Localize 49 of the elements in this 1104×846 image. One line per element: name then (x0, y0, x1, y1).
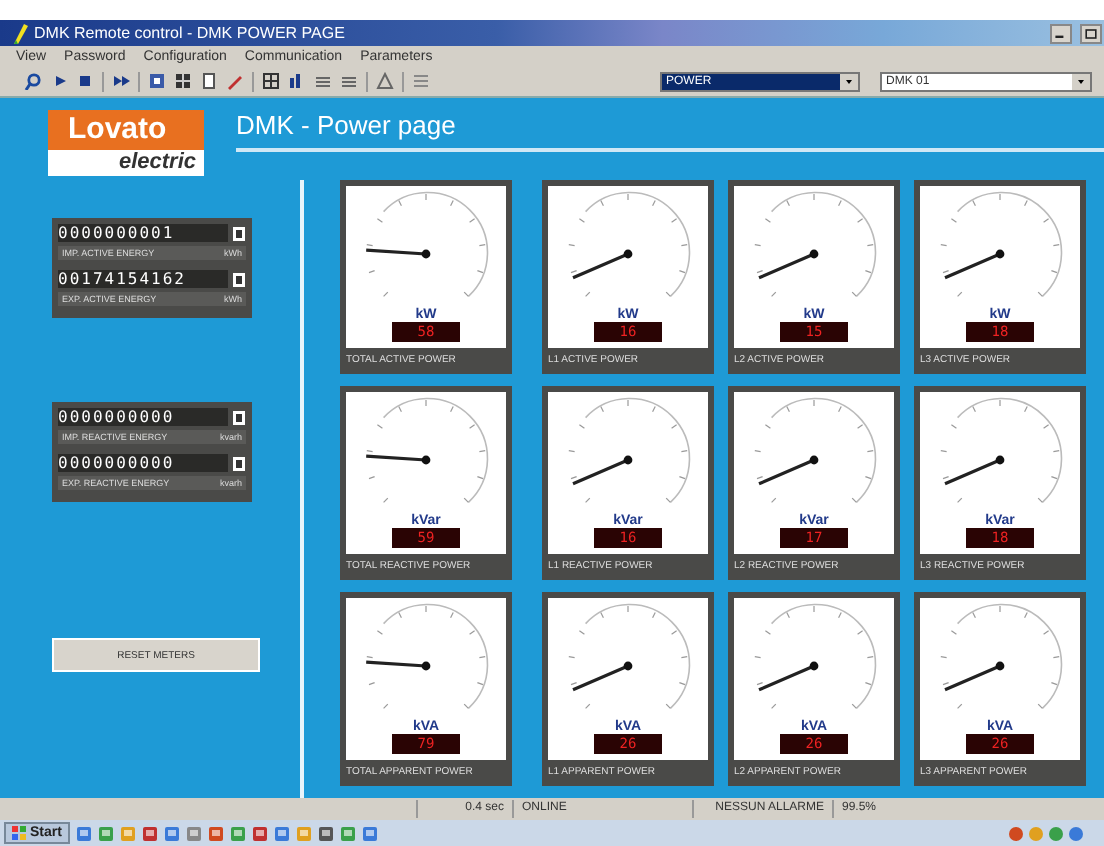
bars-icon[interactable] (314, 72, 332, 90)
dial-scale (940, 191, 1063, 298)
list-icon[interactable] (412, 72, 430, 90)
stop-icon[interactable] (76, 72, 94, 90)
counter-digits: 0000000000 (58, 408, 228, 426)
gauge-needle (944, 661, 1005, 692)
logo-text: Lovato (48, 110, 204, 150)
triangle-icon[interactable] (376, 72, 394, 90)
dial-scale (568, 397, 691, 504)
dial-scale (754, 603, 877, 710)
dial-scale (754, 397, 877, 504)
caret-icon (1072, 73, 1090, 89)
gauge-needle (944, 455, 1005, 486)
page-title: DMK - Power page (236, 110, 458, 140)
pencil-icon[interactable] (226, 72, 244, 90)
dial-scale (940, 603, 1063, 710)
minimize-icon[interactable] (1050, 23, 1072, 43)
play-icon[interactable] (50, 72, 68, 90)
counter-digits: 0000000000 (58, 454, 228, 472)
gauge-needle (366, 248, 431, 259)
dial-scale (366, 397, 489, 504)
bars-icon[interactable] (340, 72, 358, 90)
window-title: DMK Remote control - DMK POWER PAGE (34, 24, 347, 42)
table-icon[interactable] (262, 72, 280, 90)
dial-scale (568, 603, 691, 710)
windows-icon (12, 826, 26, 840)
gauge-needle (758, 249, 819, 280)
gauge-needle (572, 249, 633, 280)
gauge-needle (572, 661, 633, 692)
dial-scale (366, 603, 489, 710)
chart-icon[interactable] (288, 72, 306, 90)
maximize-icon[interactable] (1080, 23, 1102, 43)
dial-scale (568, 191, 691, 298)
logo-text: electric (48, 150, 204, 176)
dial-scale (754, 191, 877, 298)
gauge-needle (758, 661, 819, 692)
search-icon[interactable] (24, 72, 42, 90)
counter-digits: 00174154162 (58, 270, 228, 288)
gauge-needle (758, 455, 819, 486)
gauge-needle (366, 660, 431, 671)
gauge-needle (572, 455, 633, 486)
gauge-needle (366, 454, 431, 465)
caret-icon (840, 73, 858, 89)
dial-scale (940, 397, 1063, 504)
grid-icon[interactable] (174, 72, 192, 90)
pen-icon (12, 23, 28, 43)
dial-scale (366, 191, 489, 298)
counter-digits: 0000000001 (58, 224, 228, 242)
gauge-needle (944, 249, 1005, 280)
